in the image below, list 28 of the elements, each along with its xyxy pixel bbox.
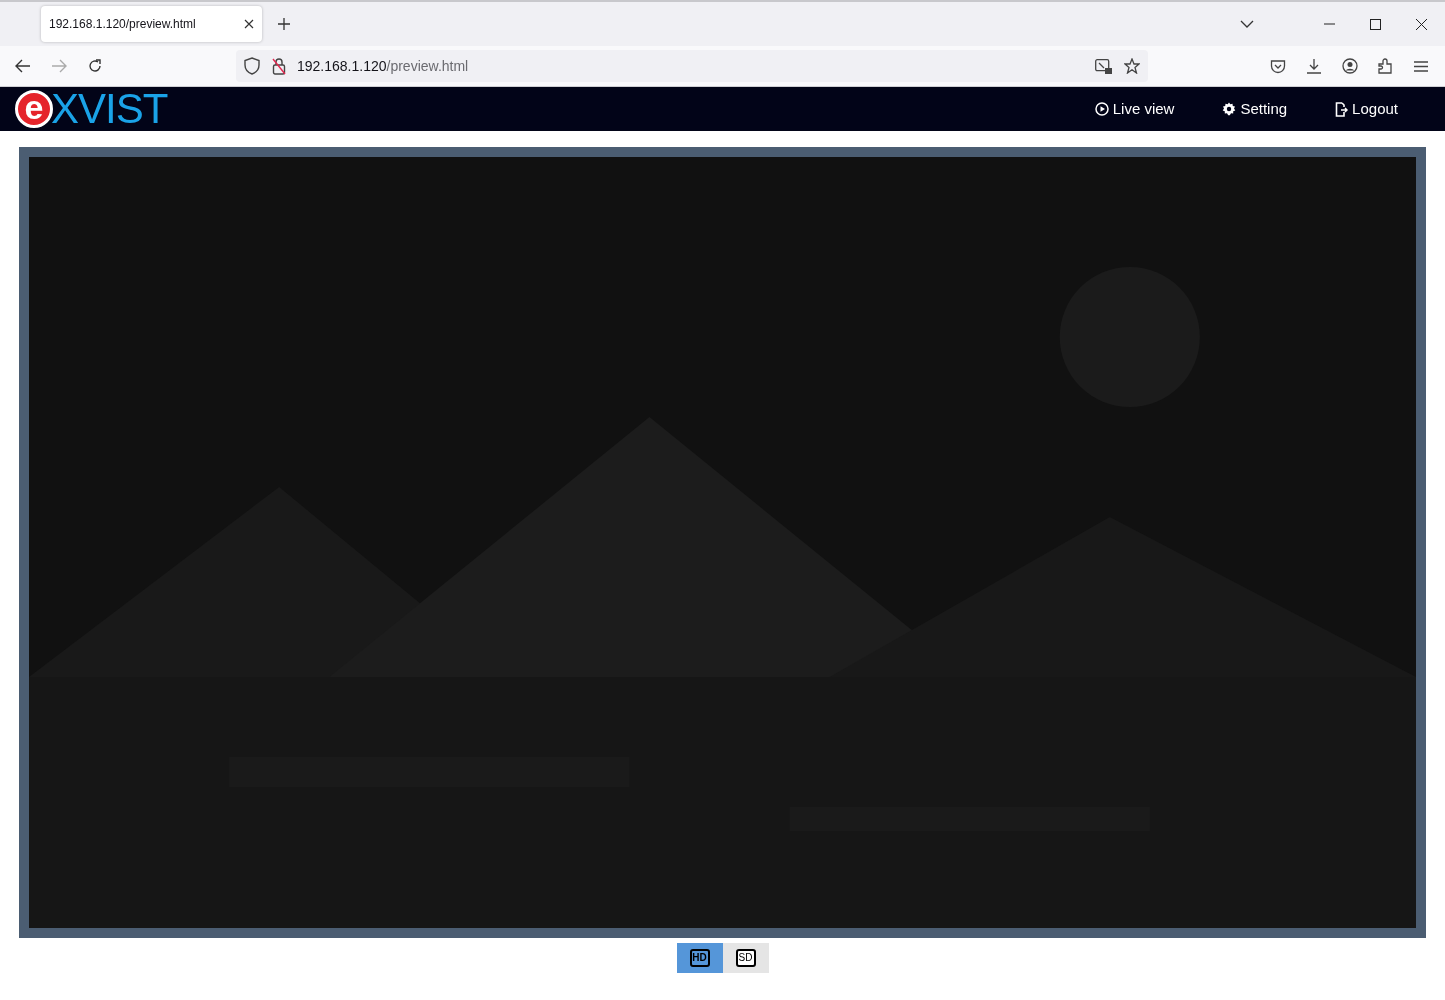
- play-circle-icon: [1094, 102, 1109, 116]
- logo[interactable]: e XVIST: [15, 89, 168, 129]
- download-icon[interactable]: [1306, 58, 1322, 74]
- address-bar[interactable]: 192.168.1.120/preview.html: [236, 50, 1148, 82]
- new-tab-icon[interactable]: [278, 18, 290, 30]
- insecure-lock-icon[interactable]: [272, 57, 286, 75]
- picture-in-picture-icon[interactable]: [1095, 58, 1112, 74]
- browser-tab[interactable]: 192.168.1.120/preview.html: [41, 6, 262, 42]
- chevron-down-icon[interactable]: [1240, 20, 1254, 28]
- stream-button[interactable]: SD: [722, 943, 769, 973]
- nav-link[interactable]: Live view: [1094, 97, 1175, 121]
- url-text: 192.168.1.120/preview.html: [297, 56, 469, 76]
- star-icon[interactable]: [1124, 58, 1140, 74]
- shield-icon[interactable]: [244, 57, 260, 75]
- gear-icon: [1222, 102, 1237, 116]
- close-icon[interactable]: [1416, 18, 1427, 30]
- back-icon[interactable]: [15, 59, 31, 73]
- close-icon[interactable]: [244, 19, 254, 29]
- menu-icon[interactable]: [1414, 60, 1428, 72]
- maximize-icon[interactable]: [1370, 18, 1381, 30]
- logout-icon: [1335, 101, 1349, 117]
- nav-link[interactable]: Setting: [1222, 97, 1288, 121]
- puzzle-icon[interactable]: [1378, 57, 1394, 75]
- reload-icon[interactable]: [87, 58, 103, 74]
- pocket-icon[interactable]: [1270, 58, 1286, 74]
- nav-link[interactable]: Logout: [1335, 97, 1398, 121]
- account-icon[interactable]: [1342, 58, 1358, 74]
- stream-button[interactable]: HD: [676, 943, 723, 973]
